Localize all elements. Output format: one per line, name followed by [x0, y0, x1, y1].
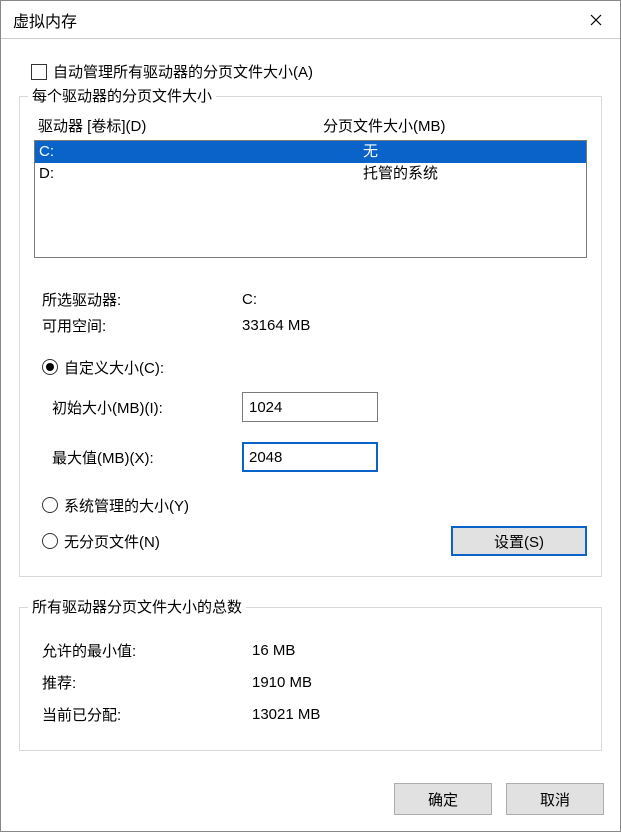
initial-size-input[interactable] — [242, 392, 378, 422]
max-size-label: 最大值(MB)(X): — [34, 447, 242, 468]
header-pagefile: 分页文件大小(MB) — [323, 115, 587, 136]
size-inputs: 初始大小(MB)(I): 最大值(MB)(X): — [34, 382, 587, 482]
min-allowed-value: 16 MB — [252, 642, 587, 659]
selected-drive-label: 所选驱动器: — [42, 289, 242, 310]
totals-group-title: 所有驱动器分页文件大小的总数 — [28, 596, 246, 617]
close-icon — [590, 14, 602, 26]
drive-group: 每个驱动器的分页文件大小 驱动器 [卷标](D) 分页文件大小(MB) C: 无… — [19, 96, 602, 577]
drive-row[interactable]: D: 托管的系统 — [35, 163, 586, 185]
recommended-value: 1910 MB — [252, 674, 587, 691]
close-button[interactable] — [572, 1, 620, 39]
drive-letter: D: — [39, 163, 363, 185]
drive-list[interactable]: C: 无 D: 托管的系统 — [34, 140, 587, 258]
window-title: 虚拟内存 — [13, 8, 572, 32]
selected-drive-info: 所选驱动器: C: 可用空间: 33164 MB — [34, 286, 587, 338]
cancel-button[interactable]: 取消 — [506, 783, 604, 815]
dialog-button-bar: 确定 取消 — [1, 769, 620, 831]
dialog-content: 自动管理所有驱动器的分页文件大小(A) 每个驱动器的分页文件大小 驱动器 [卷标… — [1, 39, 620, 769]
auto-manage-checkbox[interactable] — [31, 64, 47, 80]
recommended-label: 推荐: — [42, 672, 252, 693]
set-button[interactable]: 设置(S) — [451, 526, 587, 556]
system-managed-label: 系统管理的大小(Y) — [64, 495, 189, 516]
system-managed-radio[interactable] — [42, 497, 58, 513]
free-space-value: 33164 MB — [242, 317, 587, 334]
drive-letter: C: — [39, 141, 363, 163]
no-pagefile-row: 无分页文件(N) — [34, 526, 451, 556]
no-pagefile-label: 无分页文件(N) — [64, 531, 160, 552]
ok-button[interactable]: 确定 — [394, 783, 492, 815]
min-allowed-label: 允许的最小值: — [42, 640, 252, 661]
free-space-label: 可用空间: — [42, 315, 242, 336]
max-size-input[interactable] — [242, 442, 378, 472]
auto-manage-row: 自动管理所有驱动器的分页文件大小(A) — [31, 61, 602, 82]
system-managed-row: 系统管理的大小(Y) — [34, 490, 587, 520]
custom-size-radio[interactable] — [42, 359, 58, 375]
no-pagefile-radio[interactable] — [42, 533, 58, 549]
header-drive: 驱动器 [卷标](D) — [38, 115, 323, 136]
drive-row[interactable]: C: 无 — [35, 141, 586, 163]
drive-group-title: 每个驱动器的分页文件大小 — [28, 85, 216, 106]
drive-list-headers: 驱动器 [卷标](D) 分页文件大小(MB) — [34, 115, 587, 140]
no-pagefile-set-row: 无分页文件(N) 设置(S) — [34, 526, 587, 556]
current-alloc-value: 13021 MB — [252, 706, 587, 723]
custom-size-row: 自定义大小(C): — [34, 352, 587, 382]
auto-manage-label: 自动管理所有驱动器的分页文件大小(A) — [53, 61, 313, 82]
drive-status: 托管的系统 — [363, 163, 586, 185]
totals-group: 所有驱动器分页文件大小的总数 允许的最小值: 16 MB 推荐: 1910 MB… — [19, 607, 602, 751]
custom-size-label: 自定义大小(C): — [64, 357, 164, 378]
current-alloc-label: 当前已分配: — [42, 704, 252, 725]
selected-drive-value: C: — [242, 291, 587, 308]
virtual-memory-dialog: 虚拟内存 自动管理所有驱动器的分页文件大小(A) 每个驱动器的分页文件大小 驱动… — [0, 0, 621, 832]
initial-size-label: 初始大小(MB)(I): — [34, 397, 242, 418]
titlebar: 虚拟内存 — [1, 1, 620, 39]
drive-status: 无 — [363, 141, 586, 163]
